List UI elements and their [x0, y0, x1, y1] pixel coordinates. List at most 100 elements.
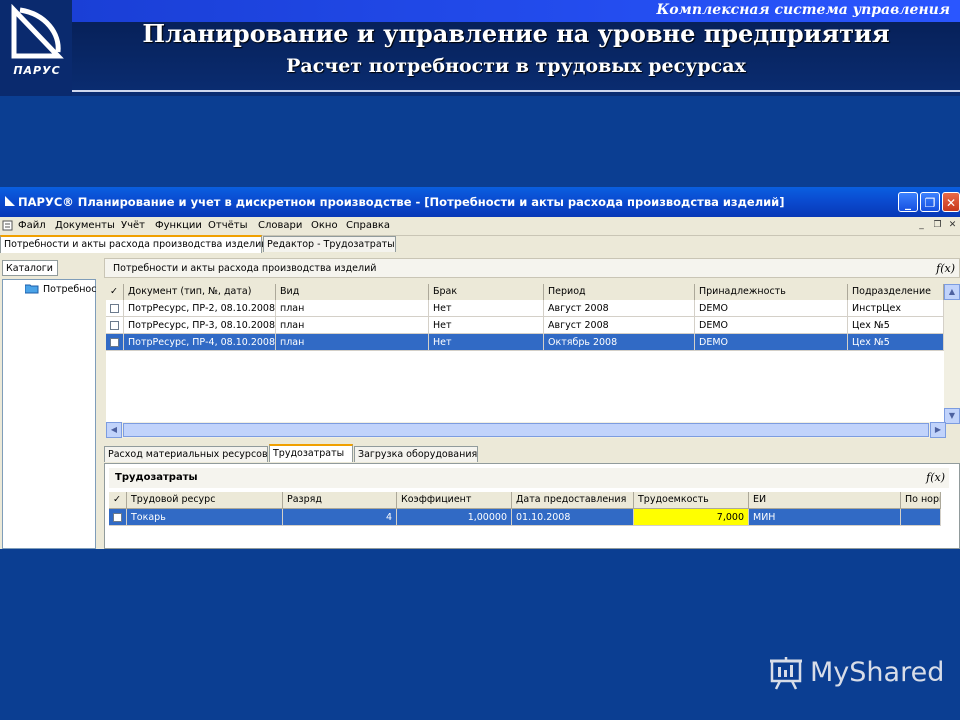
col-document[interactable]: Документ (тип, №, дата) [124, 284, 276, 300]
col-owner[interactable]: Принадлежность [695, 284, 848, 300]
cell-owner: DEMO [695, 317, 848, 334]
col-labor-intensity[interactable]: Трудоемкость [634, 492, 749, 508]
logo: ПАРУС [0, 0, 72, 96]
col-coefficient[interactable]: Коэффициент [397, 492, 512, 508]
row-checkbox[interactable] [110, 321, 119, 330]
scroll-thumb[interactable] [123, 423, 929, 437]
formula-icon[interactable]: f(x) [936, 259, 955, 279]
menu-documents[interactable]: Документы [55, 220, 115, 231]
cell-department: Цех №5 [848, 334, 944, 351]
requirements-grid: Потребности и акты расхода производства … [104, 258, 960, 438]
cell-document: ПотрРесурс, ПР-3, 08.10.2008 [124, 317, 276, 334]
minimize-button[interactable]: _ [898, 192, 918, 212]
col-defect[interactable]: Брак [429, 284, 544, 300]
scroll-down-icon[interactable]: ▼ [944, 408, 960, 424]
cell-type: план [276, 334, 429, 351]
col-period[interactable]: Период [544, 284, 695, 300]
menu-window[interactable]: Окно [311, 220, 338, 231]
col-type[interactable]: Вид [276, 284, 429, 300]
menu-accounting[interactable]: Учёт [121, 220, 145, 231]
scroll-up-icon[interactable]: ▲ [944, 284, 960, 300]
tree-item-requirements[interactable]: Потребнос [43, 284, 96, 295]
mdi-close-icon[interactable]: ✕ [947, 220, 958, 231]
menu-reports[interactable]: Отчёты [208, 220, 247, 231]
grid-title: Потребности и акты расхода производства … [104, 258, 960, 278]
col-unit[interactable]: ЕИ [749, 492, 901, 508]
scroll-left-icon[interactable]: ◀ [106, 422, 122, 438]
cell-document: ПотрРесурс, ПР-2, 08.10.2008 [124, 300, 276, 317]
sail-logo-icon [11, 4, 64, 59]
tab-catalogs[interactable]: Каталоги [2, 260, 58, 276]
top-label: Комплексная система управления [656, 2, 950, 18]
table-row-selected[interactable]: Токарь 4 1,00000 01.10.2008 7,000 МИН [109, 509, 941, 526]
cell-coefficient: 1,00000 [397, 509, 512, 526]
cell-unit: МИН [749, 509, 901, 526]
col-by-norm[interactable]: По норм [901, 492, 941, 508]
menu-functions[interactable]: Функции [155, 220, 202, 231]
menu-file[interactable]: Файл [18, 220, 46, 231]
header-divider [72, 90, 960, 92]
grid-body: ПотрРесурс, ПР-2, 08.10.2008 план Нет Ав… [106, 300, 944, 423]
table-row-selected[interactable]: ПотрРесурс, ПР-4, 08.10.2008 план Нет Ок… [106, 334, 944, 351]
row-checkbox[interactable] [110, 304, 119, 313]
cell-period: Август 2008 [544, 317, 695, 334]
cell-owner: DEMO [695, 300, 848, 317]
cell-by-norm [901, 509, 941, 526]
cell-type: план [276, 300, 429, 317]
cell-grade: 4 [283, 509, 397, 526]
slide-title: Планирование и управление на уровне пред… [142, 19, 890, 48]
col-labor-resource[interactable]: Трудовой ресурс [127, 492, 283, 508]
tab-labor-costs[interactable]: Трудозатраты [269, 444, 353, 462]
window-titlebar[interactable]: ПАРУС® Планирование и учет в дискретном … [0, 187, 960, 217]
cell-defect: Нет [429, 334, 544, 351]
table-row[interactable]: ПотрРесурс, ПР-3, 08.10.2008 план Нет Ав… [106, 317, 944, 334]
row-checkbox[interactable] [113, 513, 122, 522]
menu-help[interactable]: Справка [346, 220, 390, 231]
labor-grid-header: ✓ Трудовой ресурс Разряд Коэффициент Дат… [109, 492, 941, 509]
close-button[interactable]: ✕ [942, 192, 960, 212]
vertical-scrollbar[interactable]: ▲ ▼ [944, 284, 960, 424]
col-grade[interactable]: Разряд [283, 492, 397, 508]
labor-grid-title-text: Трудозатраты [115, 472, 198, 483]
mdi-restore-icon[interactable]: ❐ [932, 220, 943, 231]
app-window: ПАРУС® Планирование и учет в дискретном … [0, 187, 960, 549]
window-title: ПАРУС® Планирование и учет в дискретном … [18, 195, 785, 209]
tab-material-consumption[interactable]: Расход материальных ресурсов [104, 446, 268, 462]
watermark: MyShared [768, 655, 948, 695]
menu-dictionaries[interactable]: Словари [258, 220, 302, 231]
formula-icon[interactable]: f(x) [926, 468, 945, 488]
cell-period: Октябрь 2008 [544, 334, 695, 351]
grid-header: ✓ Документ (тип, №, дата) Вид Брак Перио… [106, 284, 944, 301]
col-provision-date[interactable]: Дата предоставления [512, 492, 634, 508]
cell-type: план [276, 317, 429, 334]
cell-labor-intensity[interactable]: 7,000 [634, 509, 749, 526]
col-check[interactable]: ✓ [106, 284, 124, 300]
grid-title-text: Потребности и акты расхода производства … [113, 263, 377, 274]
mdi-minimize-icon[interactable]: _ [916, 220, 927, 231]
catalog-tree: Потребнос [2, 279, 96, 549]
labor-grid: Трудозатраты f(x) ✓ Трудовой ресурс Разр… [104, 463, 960, 549]
watermark-text: MyShared [810, 657, 945, 688]
horizontal-scrollbar[interactable]: ◀ ▶ [106, 422, 946, 438]
cell-defect: Нет [429, 300, 544, 317]
cell-period: Август 2008 [544, 300, 695, 317]
cell-document: ПотрРесурс, ПР-4, 08.10.2008 [124, 334, 276, 351]
maximize-button[interactable]: ❐ [920, 192, 940, 212]
cell-owner: DEMO [695, 334, 848, 351]
folder-icon [25, 284, 39, 294]
tab-equipment-load[interactable]: Загрузка оборудования [354, 446, 478, 462]
app-icon [5, 196, 15, 206]
cell-defect: Нет [429, 317, 544, 334]
scroll-right-icon[interactable]: ▶ [930, 422, 946, 438]
detail-tabs: Расход материальных ресурсов Трудозатрат… [104, 443, 960, 463]
table-row[interactable]: ПотрРесурс, ПР-2, 08.10.2008 план Нет Ав… [106, 300, 944, 317]
cell-labor-resource: Токарь [127, 509, 283, 526]
document-icon [2, 220, 13, 231]
col-check[interactable]: ✓ [109, 492, 127, 508]
row-checkbox[interactable] [110, 338, 119, 347]
slide-subtitle: Расчет потребности в трудовых ресурсах [286, 55, 746, 77]
tab-requirements[interactable]: Потребности и акты расхода производства … [0, 235, 267, 253]
tab-labor-editor[interactable]: Редактор - Трудозатраты [263, 236, 396, 252]
col-department[interactable]: Подразделение [848, 284, 944, 300]
labor-grid-title: Трудозатраты f(x) [109, 468, 949, 488]
